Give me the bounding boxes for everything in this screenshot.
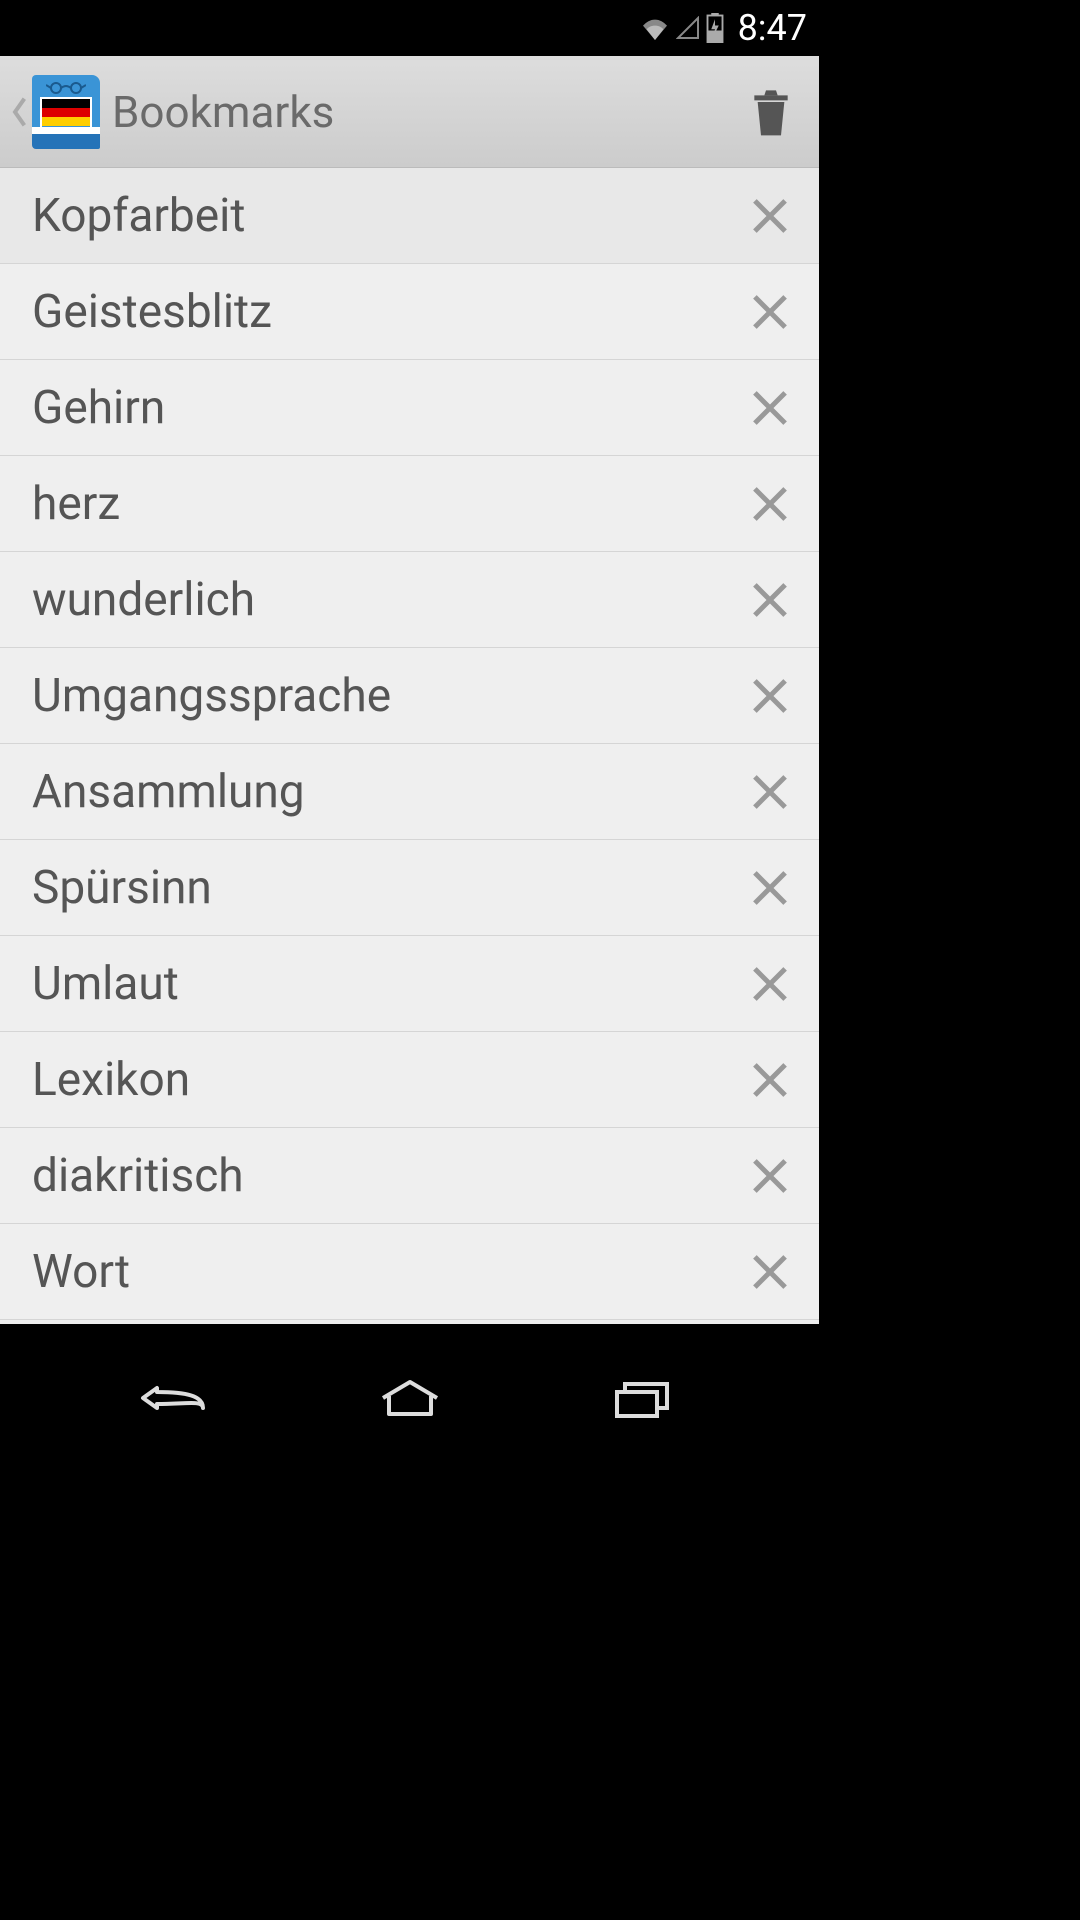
bookmark-item[interactable]: diakritisch (0, 1128, 819, 1224)
close-icon[interactable] (745, 383, 795, 433)
close-icon[interactable] (745, 671, 795, 721)
bottom-spacer (0, 1324, 819, 1340)
navigation-bar (0, 1340, 819, 1456)
bookmark-label: Umlaut (32, 957, 745, 1011)
bookmark-item[interactable]: Umlaut (0, 936, 819, 1032)
wifi-icon (640, 16, 670, 40)
close-icon[interactable] (745, 1055, 795, 1105)
bookmark-label: herz (32, 477, 745, 531)
bookmark-label: Umgangssprache (32, 669, 745, 723)
bookmark-item[interactable]: Kopfarbeit (0, 168, 819, 264)
cellular-signal-icon (676, 16, 700, 40)
bookmark-item[interactable]: herz (0, 456, 819, 552)
bookmark-item[interactable]: Wort (0, 1224, 819, 1320)
delete-all-button[interactable] (743, 84, 799, 140)
bookmark-item[interactable]: Umgangssprache (0, 648, 819, 744)
close-icon[interactable] (745, 767, 795, 817)
close-icon[interactable] (745, 191, 795, 241)
close-icon[interactable] (745, 1151, 795, 1201)
nav-back-button[interactable] (117, 1368, 237, 1428)
status-time: 8:47 (738, 7, 807, 49)
close-icon[interactable] (745, 479, 795, 529)
bookmark-label: Ansammlung (32, 765, 745, 819)
bookmark-item[interactable]: Ansammlung (0, 744, 819, 840)
bookmark-label: wunderlich (32, 573, 745, 627)
bookmark-label: Geistesblitz (32, 285, 745, 339)
bookmark-list[interactable]: Kopfarbeit Geistesblitz Gehirn herz wunderli… (0, 168, 819, 1324)
nav-home-button[interactable] (350, 1368, 470, 1428)
back-chevron-icon[interactable] (10, 96, 28, 128)
bookmark-label: diakritisch (32, 1149, 745, 1203)
status-bar: 8:47 (0, 0, 819, 56)
bookmark-item[interactable]: Geistesblitz (0, 264, 819, 360)
nav-recent-button[interactable] (583, 1368, 703, 1428)
action-bar: Bookmarks (0, 56, 819, 168)
close-icon[interactable] (745, 287, 795, 337)
close-icon[interactable] (745, 959, 795, 1009)
bookmark-item[interactable]: Lexikon (0, 1032, 819, 1128)
bookmark-item[interactable]: Spürsinn (0, 840, 819, 936)
bookmark-item[interactable]: wunderlich (0, 552, 819, 648)
app-icon[interactable] (32, 75, 100, 149)
bookmark-label: Lexikon (32, 1053, 745, 1107)
bookmark-item[interactable]: Gehirn (0, 360, 819, 456)
close-icon[interactable] (745, 863, 795, 913)
battery-charging-icon (706, 13, 724, 43)
bookmark-label: Gehirn (32, 381, 745, 435)
close-icon[interactable] (745, 575, 795, 625)
bookmark-label: Wort (32, 1245, 745, 1299)
page-title: Bookmarks (112, 86, 743, 138)
bookmark-label: Spürsinn (32, 861, 745, 915)
bookmark-label: Kopfarbeit (32, 189, 745, 243)
close-icon[interactable] (745, 1247, 795, 1297)
